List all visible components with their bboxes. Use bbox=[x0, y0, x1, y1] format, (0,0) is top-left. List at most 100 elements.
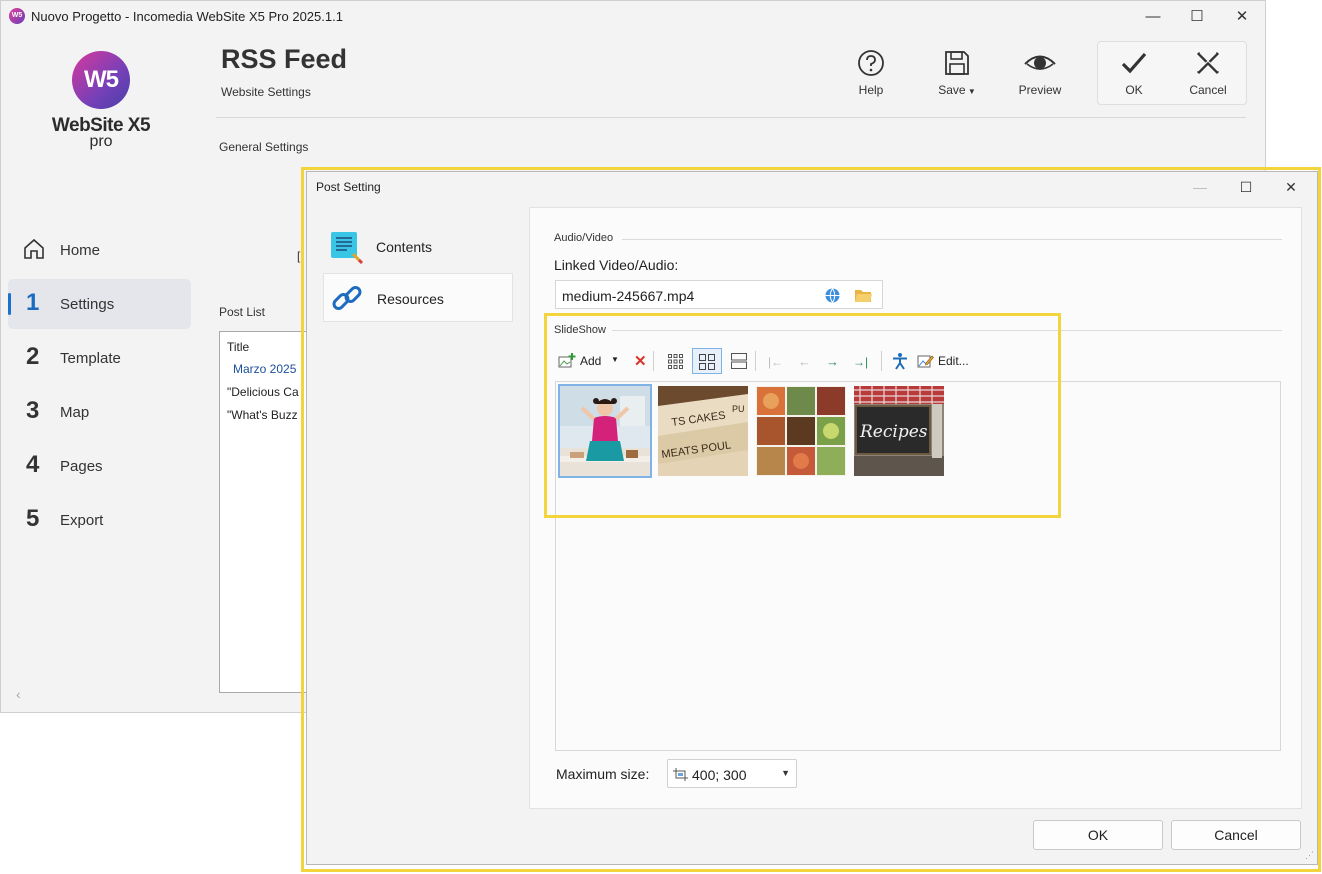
save-icon bbox=[927, 49, 987, 77]
post-list[interactable]: Title Marzo 2025 "Delicious Ca "What's B… bbox=[219, 331, 319, 693]
delete-button[interactable]: ✕ bbox=[630, 348, 650, 374]
nav-label: Home bbox=[60, 242, 101, 259]
food-collage-photo bbox=[756, 386, 846, 476]
delete-icon: ✕ bbox=[634, 353, 647, 370]
preview-button[interactable]: Preview bbox=[1010, 49, 1070, 97]
slide-thumbnail[interactable]: Recipes bbox=[854, 386, 944, 476]
nav-label: Export bbox=[60, 512, 104, 529]
maximize-button[interactable]: ☐ bbox=[1174, 1, 1220, 32]
maximize-icon: ☐ bbox=[1239, 179, 1253, 195]
link-icon bbox=[330, 282, 364, 321]
checkmark-icon bbox=[1104, 49, 1164, 77]
nav-home[interactable]: Home bbox=[8, 225, 191, 275]
ok-button[interactable]: OK bbox=[1104, 49, 1164, 97]
nav-number: 5 bbox=[26, 505, 40, 532]
slide-thumbnail[interactable]: TS CAKES MEATS POUL PU bbox=[658, 386, 748, 476]
accessibility-icon bbox=[892, 352, 908, 373]
save-dropdown-icon: ▼ bbox=[965, 87, 976, 96]
move-left-button[interactable]: ← bbox=[795, 348, 815, 374]
page-title: RSS Feed bbox=[221, 44, 348, 74]
resize-icon bbox=[673, 768, 688, 786]
list-item[interactable]: "Delicious Ca bbox=[220, 376, 318, 399]
cancel-button[interactable]: Cancel bbox=[1178, 49, 1238, 97]
nav-label: Settings bbox=[60, 296, 115, 313]
tab-contents[interactable]: Contents bbox=[323, 222, 513, 271]
help-label: Help bbox=[858, 83, 884, 97]
slide-thumbnail[interactable] bbox=[756, 386, 846, 476]
column-header-title[interactable]: Title bbox=[220, 332, 318, 354]
cancel-label: Cancel bbox=[1189, 83, 1227, 97]
help-button[interactable]: Help bbox=[841, 49, 901, 97]
save-button[interactable]: Save ▼ bbox=[927, 49, 987, 97]
ok-label: OK bbox=[1125, 83, 1143, 97]
dialog-cancel-button[interactable]: Cancel bbox=[1171, 820, 1301, 850]
maximum-size-select[interactable]: 400; 300 ▼ bbox=[667, 759, 797, 788]
list-view-button[interactable] bbox=[726, 348, 752, 374]
post-setting-dialog: Post Setting — ☐ ✕ Contents Resources Au… bbox=[306, 171, 1318, 865]
accessibility-button[interactable] bbox=[889, 348, 911, 374]
linked-media-field[interactable]: medium-245667.mp4 bbox=[555, 280, 883, 309]
nav-template[interactable]: 2 Template bbox=[8, 333, 191, 383]
nav-map[interactable]: 3 Map bbox=[8, 387, 191, 437]
maximum-size-label: Maximum size: bbox=[556, 766, 650, 782]
edit-button[interactable]: Edit... bbox=[917, 348, 971, 374]
partial-control: [ bbox=[297, 249, 301, 263]
toolbar-separator bbox=[653, 351, 654, 371]
arrow-right-icon: → bbox=[826, 354, 839, 369]
close-button[interactable]: ✕ bbox=[1219, 1, 1265, 32]
move-right-button[interactable]: → bbox=[823, 348, 843, 374]
title-bar: W5 Nuovo Progetto - Incomedia WebSite X5… bbox=[1, 1, 1265, 32]
minimize-icon: — bbox=[1145, 8, 1161, 25]
save-label: Save bbox=[938, 83, 966, 97]
globe-icon[interactable] bbox=[824, 287, 841, 309]
list-group[interactable]: Marzo 2025 bbox=[220, 354, 318, 376]
slideshow-section-label: SlideShow bbox=[554, 324, 606, 336]
home-icon bbox=[22, 237, 46, 266]
folder-icon[interactable] bbox=[854, 287, 873, 309]
small-grid-view-button[interactable] bbox=[662, 348, 688, 374]
nav-number: 3 bbox=[26, 397, 40, 424]
logo: W5 WebSite X5 pro bbox=[41, 51, 161, 151]
chevron-down-icon: ▼ bbox=[781, 768, 790, 778]
nav-label: Map bbox=[60, 404, 90, 421]
tab-resources[interactable]: Resources bbox=[323, 273, 513, 322]
edit-image-icon bbox=[917, 353, 934, 372]
window-title: Nuovo Progetto - Incomedia WebSite X5 Pr… bbox=[31, 9, 343, 24]
move-last-button[interactable]: →| bbox=[851, 348, 873, 374]
tab-label: Resources bbox=[377, 291, 444, 307]
list-view-icon bbox=[731, 353, 747, 372]
section-divider bbox=[612, 330, 1282, 331]
maximum-size-value: 400; 300 bbox=[692, 767, 747, 783]
dialog-minimize-button[interactable]: — bbox=[1177, 172, 1223, 202]
page-subtitle: Website Settings bbox=[221, 85, 311, 99]
nav-export[interactable]: 5 Export bbox=[8, 495, 191, 545]
medium-grid-view-button[interactable] bbox=[692, 348, 722, 374]
move-first-button[interactable]: |← bbox=[765, 348, 785, 374]
header-divider bbox=[216, 117, 1246, 118]
dialog-maximize-button[interactable]: ☐ bbox=[1223, 172, 1269, 202]
slide-thumbnail[interactable] bbox=[558, 384, 652, 478]
nav-settings[interactable]: 1 Settings bbox=[8, 279, 191, 329]
dialog-ok-button[interactable]: OK bbox=[1033, 820, 1163, 850]
dialog-close-button[interactable]: ✕ bbox=[1268, 172, 1314, 202]
toolbar-separator bbox=[755, 351, 756, 371]
collapse-sidebar-button[interactable]: ‹ bbox=[16, 686, 21, 702]
close-icon: ✕ bbox=[1285, 179, 1297, 195]
x-icon bbox=[1178, 49, 1238, 77]
arrow-left-icon: ← bbox=[798, 354, 811, 369]
slideshow-image-list[interactable]: TS CAKES MEATS POUL PU Recipes bbox=[555, 381, 1281, 751]
edit-label: Edit... bbox=[938, 354, 969, 368]
maximize-icon: ☐ bbox=[1190, 8, 1204, 25]
minimize-button[interactable]: — bbox=[1130, 1, 1176, 32]
medium-grid-icon bbox=[699, 354, 715, 373]
nav-pages[interactable]: 4 Pages bbox=[8, 441, 191, 491]
add-label: Add bbox=[580, 354, 602, 368]
audio-video-section-label: Audio/Video bbox=[554, 232, 614, 244]
section-divider bbox=[622, 239, 1282, 240]
nav-label: Template bbox=[60, 350, 121, 367]
logo-mark: W5 bbox=[72, 51, 130, 109]
post-list-label: Post List bbox=[219, 305, 266, 319]
resize-grip-icon[interactable]: ⋰ bbox=[1305, 850, 1314, 861]
add-image-button[interactable]: Add ▼ bbox=[558, 348, 620, 374]
list-item[interactable]: "What's Buzz bbox=[220, 399, 318, 422]
